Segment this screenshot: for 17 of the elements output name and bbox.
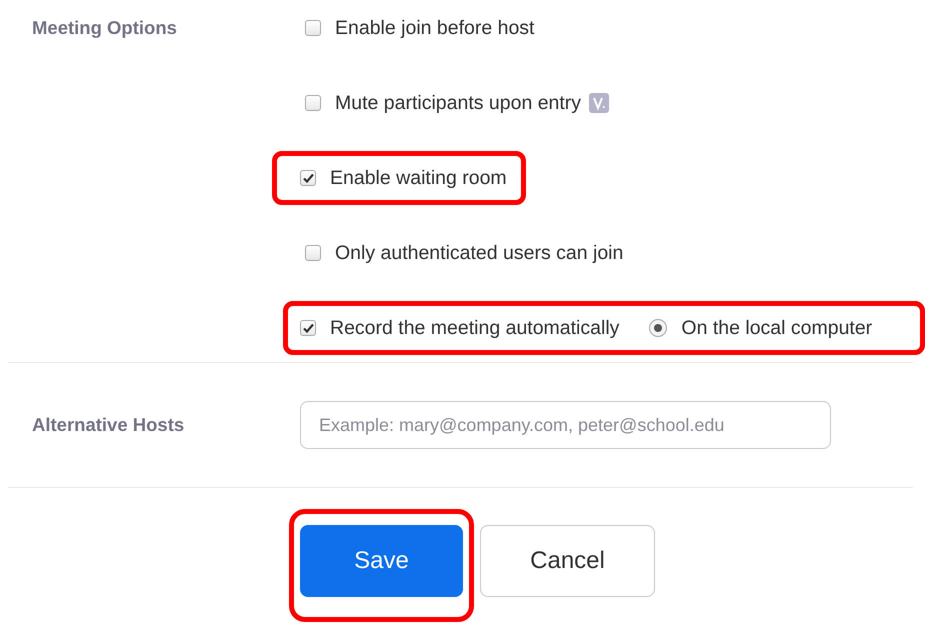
- option-label: Mute participants upon entry: [335, 92, 582, 114]
- save-button[interactable]: Save: [300, 525, 463, 597]
- input-field[interactable]: Example: mary@company.com, peter@school.edu: [300, 401, 831, 449]
- section-label: Alternative Hosts: [31, 414, 186, 436]
- checkbox[interactable]: [305, 245, 321, 261]
- checkbox[interactable]: [305, 20, 321, 36]
- radio-label: On the local computer: [681, 316, 872, 340]
- option-label: Record the meeting automatically: [330, 316, 620, 340]
- option-label: Enable join before host: [335, 16, 534, 40]
- cancel-button[interactable]: Cancel: [480, 525, 655, 597]
- checkbox[interactable]: [305, 95, 321, 111]
- checkbox[interactable]: [300, 170, 316, 186]
- checkbox[interactable]: [300, 320, 316, 336]
- section-label: Meeting Options: [31, 16, 178, 40]
- radio-button[interactable]: [649, 319, 668, 337]
- option-label: Only authenticated users can join: [335, 242, 624, 264]
- option-label: Enable waiting room: [330, 166, 507, 190]
